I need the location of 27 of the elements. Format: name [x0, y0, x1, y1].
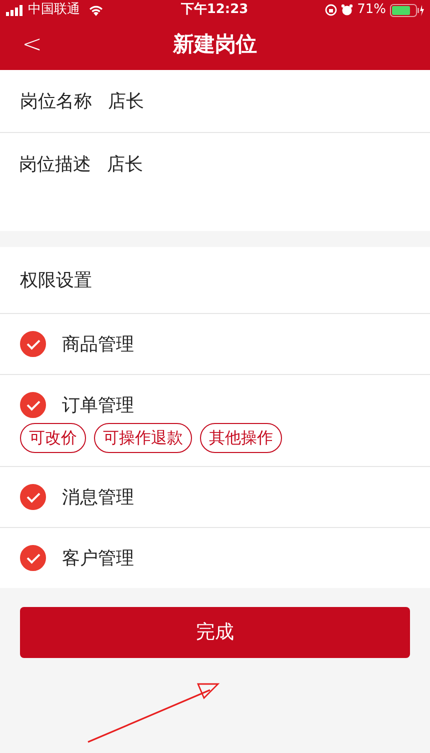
permission-tag[interactable]: 可操作退款 — [94, 423, 192, 453]
battery-icon — [390, 4, 424, 16]
permission-label: 订单管理 — [62, 394, 134, 418]
permission-tag[interactable]: 可改价 — [20, 423, 86, 453]
field-label: 岗位描述 — [19, 153, 91, 177]
carrier-name: 中国联通 — [28, 1, 80, 20]
field-label: 岗位名称 — [20, 90, 92, 114]
page-title: 新建岗位 — [173, 31, 257, 58]
permission-label: 商品管理 — [62, 332, 134, 356]
checkbox[interactable] — [20, 331, 46, 357]
section-title: 权限设置 — [20, 268, 92, 292]
checkbox[interactable] — [20, 545, 46, 571]
permission-label: 消息管理 — [62, 486, 134, 510]
done-button[interactable]: 完成 — [20, 607, 410, 658]
wifi-icon — [88, 4, 104, 16]
rotation-lock-icon — [325, 4, 338, 16]
alarm-icon — [341, 4, 354, 16]
permission-label: 客户管理 — [62, 546, 134, 570]
permission-tag[interactable]: 其他操作 — [200, 423, 282, 453]
back-button[interactable]: < — [18, 29, 46, 59]
field-value: 店长 — [107, 153, 143, 177]
field-value: 店长 — [108, 90, 144, 114]
signal-icon — [6, 4, 24, 16]
battery-percent: 71% — [357, 1, 386, 20]
checkbox[interactable] — [20, 392, 46, 418]
checkbox[interactable] — [20, 484, 46, 510]
status-time: 下午12:23 — [180, 1, 248, 20]
